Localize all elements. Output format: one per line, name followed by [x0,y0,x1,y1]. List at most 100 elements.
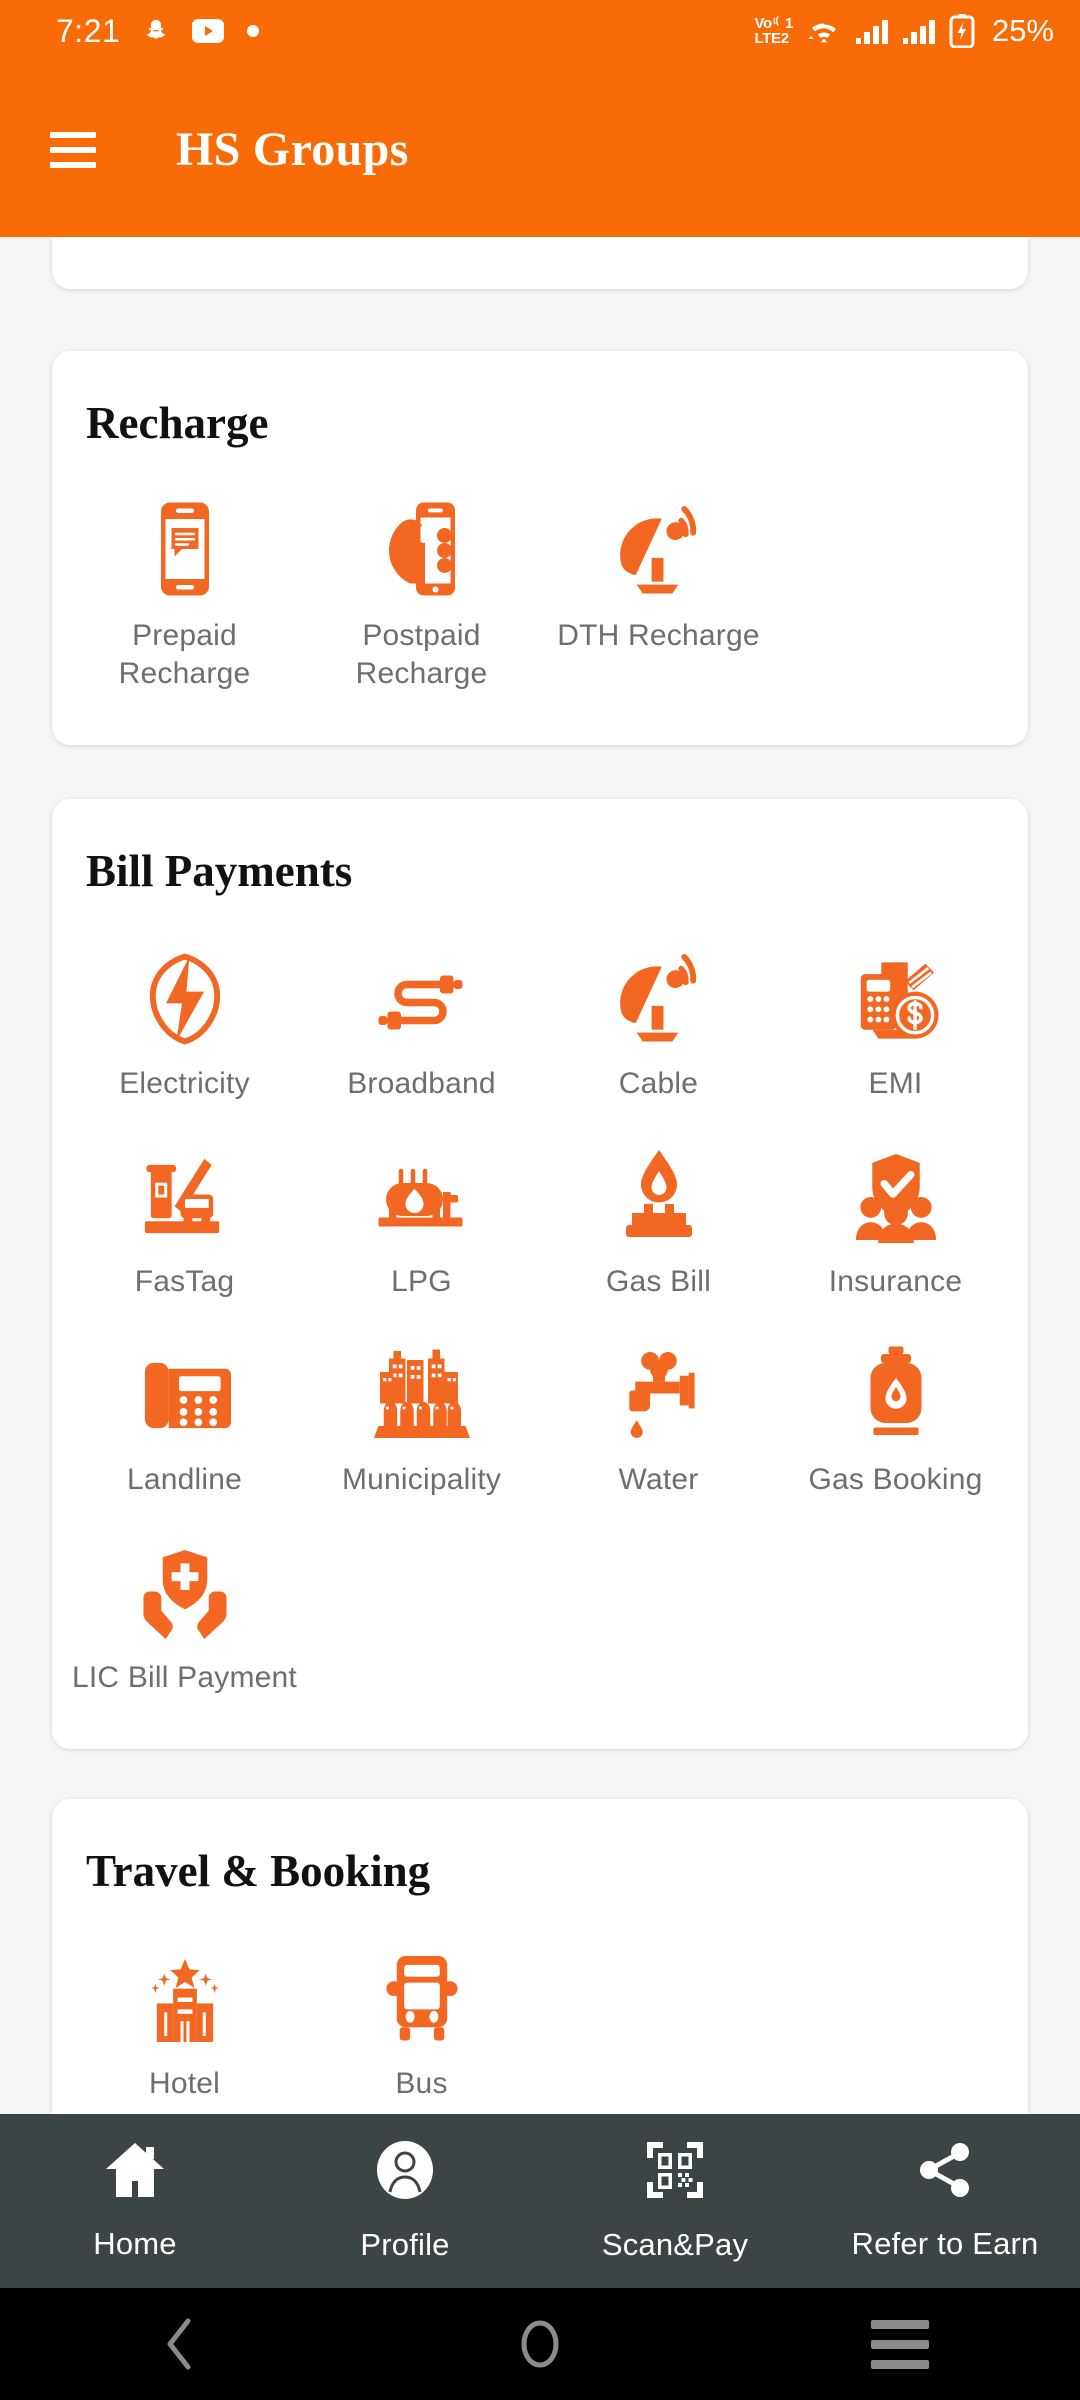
grid-item-spacer [777,475,1014,711]
gas-stove-flame-icon [617,1135,701,1243]
grid-item-dth-recharge[interactable]: DTH Recharge [540,475,777,711]
section-grid: Prepaid Recharge Postpaid Recharge DTH R… [52,449,1028,745]
status-bar-right: Vo 1 LTE 2 25% [754,13,1054,49]
grid-item-insurance[interactable]: Insurance [777,1121,1014,1319]
section-grid: Electricity Broadband Cable EMI FasTag L… [52,897,1028,1749]
grid-item-label: Broadband [347,1067,496,1100]
section-title: Bill Payments [86,846,353,896]
section-title: Travel & Booking [86,1846,431,1896]
mobile-message-icon [149,489,221,597]
grid-item-label: Municipality [341,1463,502,1496]
android-system-nav-bar [0,2288,1080,2400]
grid-item-label: Insurance [828,1265,963,1298]
volte-icon: Vo 1 LTE 2 [754,16,793,46]
person-circle-icon [376,2140,434,2205]
snapchat-icon [142,17,170,45]
nav-item-label: Home [93,2225,177,2261]
grid-item-landline[interactable]: Landline [66,1319,303,1517]
hotel-star-icon [145,1937,225,2045]
grid-item-postpaid-recharge[interactable]: Postpaid Recharge [303,475,540,711]
grid-item-label: EMI [868,1067,923,1100]
battery-charging-icon [949,14,975,48]
grid-item-label: Water [618,1463,699,1496]
grid-item-label: Cable [618,1067,699,1100]
status-bar-left: 7:21 [56,13,260,50]
cable-plug-icon [374,937,470,1045]
grid-item-gas-bill[interactable]: Gas Bill [540,1121,777,1319]
grid-item-label: Landline [126,1463,243,1496]
volte-label-2: LTE [754,30,781,47]
gas-cylinder-icon [858,1333,934,1441]
nav-item-refer-to-earn[interactable]: Refer to Earn [810,2141,1080,2262]
grid-item-bus[interactable]: Bus [303,1923,540,2114]
satellite-dish-icon [613,937,705,1045]
home-circle-icon[interactable] [360,2315,720,2373]
grid-item-gas-booking[interactable]: Gas Booking [777,1319,1014,1517]
grid-item-label: Prepaid Recharge [118,619,251,690]
grid-item-cable[interactable]: Cable [540,923,777,1121]
grid-item-lic-bill-payment[interactable]: LIC Bill Payment [66,1517,303,1715]
section-grid: Hotel Bus [52,1897,1028,2114]
back-chevron-icon[interactable] [0,2315,360,2373]
app-bar-row: HS Groups [0,62,1080,237]
lpg-tanker-icon [374,1135,470,1243]
grid-item-label: LIC Bill Payment [72,1661,297,1694]
family-shield-icon [850,1135,942,1243]
app-bar: 7:21 Vo 1 LTE 2 25% HS Groups [0,0,1080,237]
home-icon [104,2141,166,2204]
hands-shield-plus-icon [139,1531,231,1639]
landline-phone-icon [139,1333,231,1441]
battery-percent-label: 25% [991,13,1054,48]
water-tap-icon [614,1333,704,1441]
grid-item-broadband[interactable]: Broadband [303,923,540,1121]
satellite-dish-icon [613,489,705,597]
nav-item-home[interactable]: Home [0,2141,270,2262]
volte-label-1: Vo [754,15,772,32]
grid-item-label: Hotel [148,2067,221,2100]
share-icon [916,2141,974,2204]
grid-item-lpg[interactable]: LPG [303,1121,540,1319]
grid-item-label: Bus [395,2067,448,2100]
grid-item-emi[interactable]: EMI [777,923,1014,1121]
status-bar: 7:21 Vo 1 LTE 2 25% [0,0,1080,62]
nav-item-label: Profile [360,2226,450,2262]
nav-item-label: Scan&Pay [601,2226,749,2262]
grid-item-label: LPG [391,1265,452,1298]
section-card-recharge: Recharge Prepaid Recharge Postpaid Recha… [52,351,1028,745]
content-scroll-area[interactable]: Recharge Prepaid Recharge Postpaid Recha… [0,237,1080,2114]
wifi-icon [806,17,842,45]
grid-item-electricity[interactable]: Electricity [66,923,303,1121]
phone-screen: 7:21 Vo 1 LTE 2 25% HS Groups Recharge P… [0,0,1080,2400]
nav-item-scan-and-pay[interactable]: Scan&Pay [540,2140,810,2263]
hand-phone-icon [380,489,464,597]
grid-item-water[interactable]: Water [540,1319,777,1517]
grid-item-fastag[interactable]: FasTag [66,1121,303,1319]
grid-item-municipality[interactable]: Municipality [303,1319,540,1517]
recents-menu-icon[interactable] [720,2319,1080,2369]
city-buildings-icon [373,1333,470,1441]
volte-sim-1: 1 [784,15,793,32]
signal-icon [902,17,936,45]
dot-icon [246,24,260,38]
toll-barrier-icon [139,1135,231,1243]
hamburger-icon[interactable] [50,131,96,168]
volte-sim-2: 2 [780,30,789,47]
section-card-bill-payments: Bill Payments Electricity Broadband Cabl… [52,799,1028,1749]
grid-item-label: Gas Booking [808,1463,983,1496]
partial-card-above[interactable] [52,237,1028,289]
bus-icon [381,1937,463,2045]
grid-item-label: DTH Recharge [557,619,760,652]
grid-item-hotel[interactable]: Hotel [66,1923,303,2114]
signal-icon [855,17,889,45]
grid-item-prepaid-recharge[interactable]: Prepaid Recharge [66,475,303,711]
bottom-navigation-bar: Home Profile Scan&Pay Refer to Earn [0,2114,1080,2288]
qr-code-icon [645,2140,705,2205]
grid-item-label: Postpaid Recharge [355,619,488,690]
status-time: 7:21 [56,12,121,49]
youtube-icon [192,19,225,43]
section-card-travel-booking: Travel & Booking Hotel Bus [52,1799,1028,2114]
nav-item-label: Refer to Earn [851,2225,1039,2261]
lightning-bolt-icon [144,937,226,1045]
grid-item-label: FasTag [134,1265,235,1298]
nav-item-profile[interactable]: Profile [270,2140,540,2263]
